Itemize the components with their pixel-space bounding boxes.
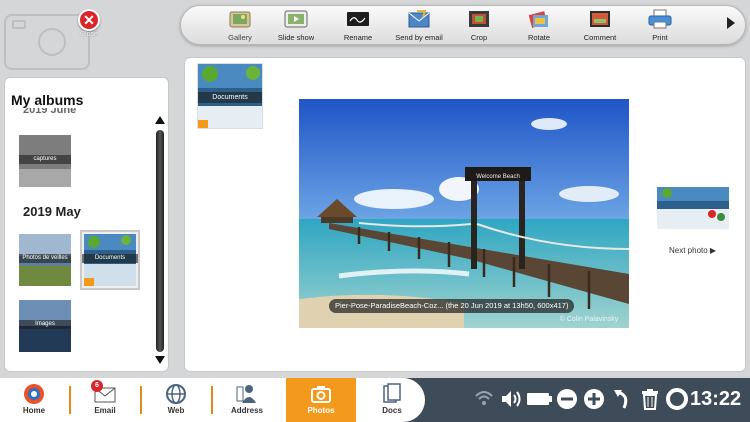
nav-web[interactable]: Web (142, 378, 210, 422)
gallery-label: Gallery (228, 33, 252, 42)
crop-button[interactable]: Crop (448, 9, 510, 42)
current-album-caption: Documents (198, 92, 262, 103)
bottom-nav: Home 6 Email Web Address Photos Docs (0, 378, 425, 422)
photo-viewer: Documents Welcome Beach © Colin Palavins… (184, 57, 746, 372)
print-button[interactable]: Print (629, 9, 691, 42)
gallery-icon (228, 9, 252, 29)
nav-photos-label: Photos (307, 406, 335, 415)
zoom-out-icon[interactable] (556, 388, 578, 415)
back-icon[interactable] (612, 388, 632, 415)
albums-panel: My albums 2019 June captures 2019 May Ph… (4, 77, 169, 372)
chevron-right-icon[interactable] (727, 17, 735, 29)
album-caption: Images (19, 320, 71, 329)
nav-home-label: Home (22, 406, 46, 415)
battery-icon (526, 388, 554, 415)
home-icon (22, 383, 46, 405)
bottom-bar: Home 6 Email Web Address Photos Docs 13:… (0, 378, 750, 422)
next-photo-link[interactable]: Next photo ▶ (669, 246, 716, 255)
nav-docs-label: Docs (382, 406, 402, 415)
slideshow-label: Slide show (277, 33, 315, 42)
slideshow-icon (284, 9, 308, 29)
comment-label: Comment (583, 33, 617, 42)
rename-icon (346, 9, 370, 29)
album-captures[interactable]: captures (19, 135, 71, 187)
crop-label: Crop (470, 33, 488, 42)
nav-home[interactable]: Home (0, 378, 68, 422)
web-icon (164, 383, 188, 405)
album-caption: captures (19, 155, 71, 164)
beach-pier-photo: Welcome Beach © Colin Palavinsky (299, 99, 629, 328)
close-label: Close (80, 31, 98, 38)
album-documents[interactable]: Documents (80, 230, 140, 290)
scroll-down-arrow-icon[interactable] (155, 356, 165, 364)
comment-button[interactable]: Comment (569, 9, 631, 42)
email-badge: 6 (91, 380, 103, 392)
next-photo-image (657, 187, 729, 229)
year-label: 2019 May (23, 204, 81, 219)
rotate-button[interactable]: Rotate (508, 9, 570, 42)
rename-button[interactable]: Rename (327, 9, 389, 42)
send-email-icon (407, 9, 431, 29)
zoom-in-icon[interactable] (583, 388, 605, 415)
nav-address[interactable]: Address (213, 378, 281, 422)
send-email-label: Send by email (395, 33, 443, 42)
camera-icon (309, 383, 333, 405)
rotate-label: Rotate (527, 33, 551, 42)
print-label: Print (652, 33, 668, 42)
current-album-thumbnail[interactable]: Documents (197, 63, 263, 129)
gallery-button[interactable]: Gallery (209, 9, 271, 42)
crop-icon (467, 9, 491, 29)
photo-caption: Pier-Pose-ParadiseBeach-Coz... (the 20 J… (329, 299, 575, 313)
photo-watermark: © Colin Palavinsky (560, 315, 619, 323)
docs-icon (380, 383, 404, 405)
send-email-button[interactable]: Send by email (388, 9, 450, 42)
volume-icon[interactable] (500, 388, 522, 415)
nav-address-label: Address (230, 406, 263, 415)
address-icon (235, 383, 259, 405)
nav-docs[interactable]: Docs (358, 378, 426, 422)
help-icon[interactable] (666, 388, 688, 415)
album-caption: Documents (82, 254, 138, 263)
rotate-icon (527, 9, 551, 29)
close-icon: ✕ (78, 9, 100, 31)
album-photos-de-veilles[interactable]: Photos de veilles (19, 234, 71, 286)
slideshow-button[interactable]: Slide show (265, 9, 327, 42)
scroll-up-arrow-icon[interactable] (155, 116, 165, 124)
next-photo-thumbnail[interactable] (657, 187, 729, 229)
photo-toolbar: Gallery Slide show Rename Send by email … (180, 5, 746, 45)
nav-email[interactable]: 6 Email (71, 378, 139, 422)
clock: 13:22 (690, 388, 742, 410)
nav-email-label: Email (94, 406, 116, 415)
print-icon (648, 9, 672, 29)
album-caption: Photos de veilles (19, 254, 71, 263)
nav-photos[interactable]: Photos (286, 378, 356, 422)
trash-icon[interactable] (640, 388, 660, 415)
wifi-icon (474, 388, 494, 413)
pier-sign-text: Welcome Beach (476, 174, 520, 180)
comment-icon (588, 9, 612, 29)
albums-title: My albums (11, 92, 84, 108)
main-photo[interactable]: Welcome Beach © Colin Palavinsky Pier-Po… (299, 99, 629, 328)
rename-label: Rename (343, 33, 373, 42)
year-label-clipped: 2019 June (23, 108, 77, 114)
nav-web-label: Web (167, 406, 185, 415)
close-button[interactable]: ✕ Close (72, 9, 106, 43)
album-images[interactable]: Images (19, 300, 71, 352)
albums-scrollbar[interactable] (156, 130, 164, 352)
